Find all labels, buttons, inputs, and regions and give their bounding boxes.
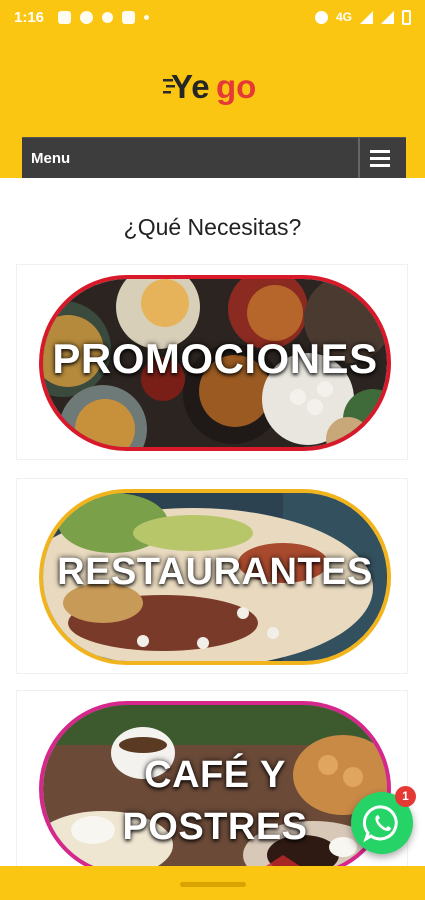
category-title: RESTAURANTES — [57, 551, 373, 593]
status-bar: 1:16 4G — [0, 0, 425, 34]
logo-speed-line — [163, 91, 171, 94]
status-time: 1:16 — [14, 8, 45, 26]
category-title-line: CAFÉ Y — [144, 754, 286, 796]
menu-label[interactable]: Menu — [31, 150, 70, 167]
menu-divider — [358, 138, 360, 179]
signal-icon — [381, 10, 394, 24]
category-card-restaurantes[interactable]: RESTAURANTES — [16, 478, 408, 674]
category-title: CAFÉ Y POSTRES — [43, 749, 387, 853]
network-type-label: 4G — [335, 10, 352, 24]
system-icons: 4G — [314, 9, 411, 25]
category-banner-cafe-postres[interactable]: CAFÉ Y POSTRES — [39, 701, 391, 877]
category-banner-promociones[interactable]: PROMOCIONES — [39, 275, 391, 451]
alarm-icon — [314, 10, 328, 24]
hamburger-icon[interactable] — [367, 147, 393, 171]
mail-icon — [122, 10, 136, 24]
category-title: PROMOCIONES — [52, 335, 378, 382]
yego-logo[interactable]: Ye go — [163, 60, 267, 116]
whatsapp-icon — [362, 805, 398, 843]
notification-icon — [102, 11, 114, 23]
category-title-line: POSTRES — [122, 806, 308, 848]
category-card-cafe-postres[interactable]: CAFÉ Y POSTRES — [16, 690, 408, 886]
category-banner-restaurantes[interactable]: RESTAURANTES — [39, 489, 391, 665]
menu-bar: Menu — [22, 137, 406, 179]
notification-icon — [58, 10, 72, 24]
bottom-bar — [0, 866, 425, 900]
notification-icon — [80, 10, 94, 24]
gesture-nav-handle[interactable] — [180, 882, 246, 887]
logo-text-prefix: Ye — [171, 68, 210, 105]
notification-badge: 1 — [395, 786, 416, 807]
more-notifications-icon — [144, 14, 150, 20]
logo-text-suffix: go — [216, 68, 256, 105]
category-card-promociones[interactable]: PROMOCIONES — [16, 264, 408, 460]
battery-icon — [402, 9, 411, 25]
section-heading: ¿Qué Necesitas? — [123, 214, 302, 240]
signal-icon — [360, 10, 373, 24]
notification-icons — [58, 10, 150, 24]
main-content: ¿Qué Necesitas? PROMOCIONES RESTAURANTES… — [0, 178, 425, 886]
